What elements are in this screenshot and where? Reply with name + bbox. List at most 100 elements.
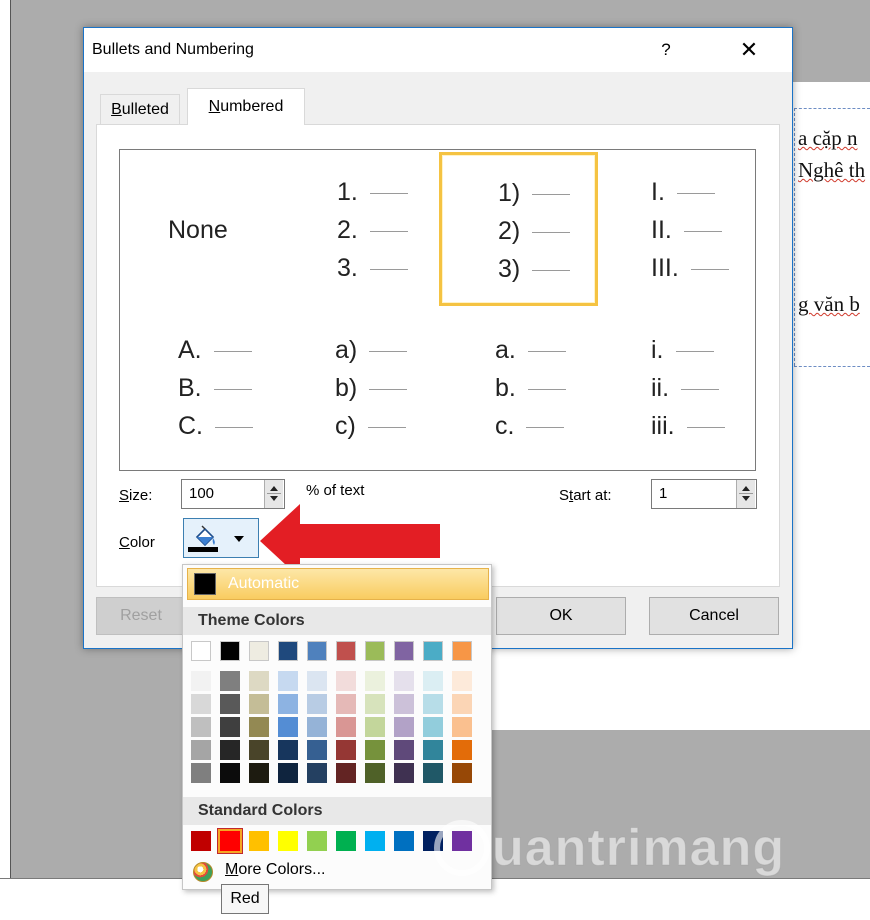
theme-shade-swatch[interactable] [365, 717, 385, 737]
theme-shade-swatch[interactable] [394, 694, 414, 714]
numbering-option-alpha-lower-paren[interactable]: a) b) c) [279, 310, 438, 464]
theme-shade-swatch[interactable] [452, 717, 472, 737]
document-text-line: g văn b [798, 292, 860, 316]
theme-shade-swatch[interactable] [336, 671, 356, 691]
theme-shade-swatch[interactable] [307, 694, 327, 714]
standard-color-swatch[interactable] [278, 831, 298, 851]
theme-shade-swatch[interactable] [191, 763, 211, 783]
help-button[interactable]: ? [651, 36, 681, 64]
list-item: c) [335, 412, 406, 441]
theme-shade-swatch[interactable] [394, 740, 414, 760]
theme-shade-swatch[interactable] [394, 717, 414, 737]
theme-shade-swatch[interactable] [307, 763, 327, 783]
standard-color-swatch[interactable] [307, 831, 327, 851]
theme-color-swatch[interactable] [191, 641, 211, 661]
theme-shade-swatch[interactable] [365, 740, 385, 760]
theme-shade-swatch[interactable] [278, 717, 298, 737]
list-item: a) [335, 336, 408, 365]
numbering-option-arabic-paren[interactable]: 1) 2) 3) [439, 152, 598, 306]
theme-shade-swatch[interactable] [423, 671, 443, 691]
theme-shade-swatch[interactable] [220, 671, 240, 691]
standard-color-swatch[interactable] [249, 831, 269, 851]
theme-shade-swatch[interactable] [278, 763, 298, 783]
start-at-spinner[interactable] [736, 480, 755, 508]
theme-shade-swatch[interactable] [365, 763, 385, 783]
theme-shade-swatch[interactable] [220, 717, 240, 737]
theme-shade-swatch[interactable] [423, 717, 443, 737]
spin-up-icon[interactable] [742, 486, 750, 491]
theme-shade-swatch[interactable] [307, 740, 327, 760]
reset-button[interactable]: Reset [96, 597, 186, 635]
standard-color-swatch[interactable] [365, 831, 385, 851]
theme-shade-swatch[interactable] [452, 694, 472, 714]
list-item: ii. [651, 374, 720, 403]
theme-shade-swatch[interactable] [365, 694, 385, 714]
theme-shade-swatch[interactable] [278, 671, 298, 691]
theme-shade-swatch[interactable] [307, 671, 327, 691]
theme-shade-swatch[interactable] [220, 740, 240, 760]
tab-numbered[interactable]: Numbered [187, 88, 305, 125]
theme-shade-swatch[interactable] [423, 763, 443, 783]
theme-shade-swatch[interactable] [249, 694, 269, 714]
ok-button[interactable]: OK [496, 597, 626, 635]
spin-up-icon[interactable] [270, 486, 278, 491]
theme-shade-swatch[interactable] [249, 671, 269, 691]
list-item: b) [335, 374, 408, 403]
theme-shade-swatch[interactable] [423, 694, 443, 714]
list-item: 1. [337, 178, 408, 207]
theme-shade-swatch[interactable] [336, 740, 356, 760]
numbering-option-alpha-lower-period[interactable]: a. b. c. [439, 310, 598, 464]
close-button[interactable]: ✕ [732, 36, 766, 64]
standard-color-swatch[interactable] [220, 831, 240, 851]
color-label: Color [119, 534, 155, 551]
theme-color-swatch[interactable] [220, 641, 240, 661]
automatic-color-option[interactable]: Automatic [187, 568, 489, 600]
theme-shade-swatch[interactable] [191, 717, 211, 737]
theme-color-swatch[interactable] [423, 641, 443, 661]
theme-shade-swatch[interactable] [191, 671, 211, 691]
theme-shade-swatch[interactable] [365, 671, 385, 691]
spin-down-icon[interactable] [270, 496, 278, 501]
numbering-option-arabic-period[interactable]: 1. 2. 3. [279, 150, 438, 304]
theme-shade-swatch[interactable] [249, 740, 269, 760]
theme-shade-swatch[interactable] [220, 694, 240, 714]
numbering-option-none[interactable]: None [120, 150, 279, 304]
theme-shade-swatch[interactable] [220, 763, 240, 783]
theme-shade-swatch[interactable] [191, 740, 211, 760]
theme-color-swatch[interactable] [307, 641, 327, 661]
text-box-border [794, 366, 870, 367]
theme-color-swatch[interactable] [336, 641, 356, 661]
cancel-button[interactable]: Cancel [649, 597, 779, 635]
theme-shade-swatch[interactable] [278, 694, 298, 714]
theme-shade-swatch[interactable] [452, 740, 472, 760]
spin-down-icon[interactable] [742, 496, 750, 501]
theme-shade-swatch[interactable] [452, 763, 472, 783]
theme-color-swatch[interactable] [365, 641, 385, 661]
theme-shade-swatch[interactable] [191, 694, 211, 714]
theme-shade-swatch[interactable] [336, 694, 356, 714]
theme-shade-swatch[interactable] [249, 763, 269, 783]
numbering-option-roman-lower[interactable]: i. ii. iii. [597, 310, 756, 464]
theme-shade-swatch[interactable] [336, 763, 356, 783]
theme-color-swatch[interactable] [278, 641, 298, 661]
theme-shade-swatch[interactable] [249, 717, 269, 737]
theme-shade-swatch[interactable] [307, 717, 327, 737]
standard-color-swatch[interactable] [394, 831, 414, 851]
theme-color-swatch[interactable] [452, 641, 472, 661]
standard-color-swatch[interactable] [336, 831, 356, 851]
tab-bulleted[interactable]: Bulleted [100, 94, 180, 124]
theme-shade-swatch[interactable] [452, 671, 472, 691]
numbering-option-alpha-upper[interactable]: A. B. C. [120, 310, 279, 464]
theme-color-swatch[interactable] [249, 641, 269, 661]
numbering-option-roman-upper[interactable]: I. II. III. [597, 150, 756, 304]
list-item: B. [178, 374, 252, 403]
standard-color-swatch[interactable] [191, 831, 211, 851]
tab-label-accel: B [111, 101, 122, 118]
color-dropdown-button[interactable] [183, 518, 259, 558]
theme-shade-swatch[interactable] [394, 763, 414, 783]
theme-shade-swatch[interactable] [336, 717, 356, 737]
theme-shade-swatch[interactable] [423, 740, 443, 760]
theme-shade-swatch[interactable] [394, 671, 414, 691]
theme-color-swatch[interactable] [394, 641, 414, 661]
theme-shade-swatch[interactable] [278, 740, 298, 760]
